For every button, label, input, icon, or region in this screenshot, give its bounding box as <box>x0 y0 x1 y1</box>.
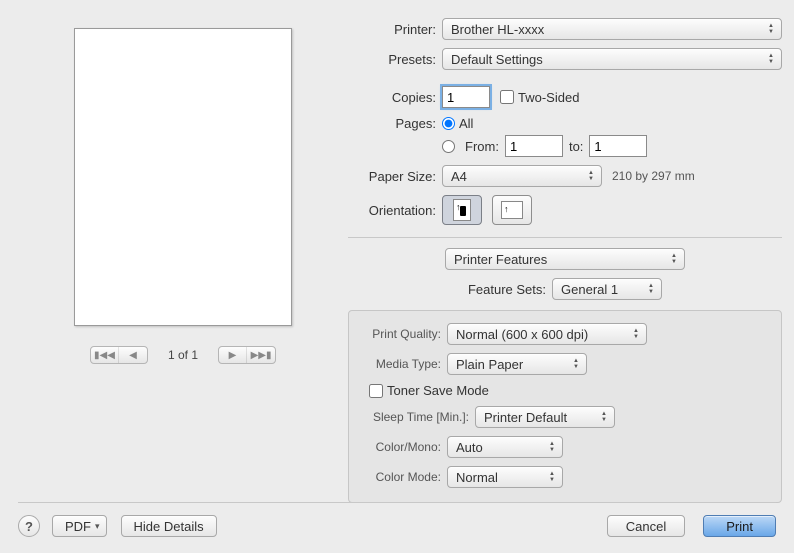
portrait-icon: ↑ <box>453 199 471 221</box>
page-to-input[interactable] <box>589 135 647 157</box>
chevron-updown-icon <box>765 51 777 67</box>
presets-label: Presets: <box>348 52 442 67</box>
pages-all-radio[interactable] <box>442 117 455 130</box>
preview-pager: ▮◀◀ ◀ 1 of 1 ▶ ▶▶▮ <box>90 346 276 364</box>
pages-from-radio[interactable] <box>442 140 455 153</box>
printer-select[interactable]: Brother HL-xxxx <box>442 18 782 40</box>
color-mono-select[interactable]: Auto <box>447 436 563 458</box>
first-page-button[interactable]: ▮◀◀ <box>91 347 119 363</box>
pages-all-label: All <box>459 116 473 131</box>
orientation-portrait-button[interactable]: ↑ <box>442 195 482 225</box>
copies-input[interactable] <box>442 86 490 108</box>
color-mono-label: Color/Mono: <box>363 440 447 454</box>
paper-dimensions: 210 by 297 mm <box>612 169 695 183</box>
pager-forward-group: ▶ ▶▶▮ <box>218 346 276 364</box>
section-select[interactable]: Printer Features <box>445 248 685 270</box>
page-indicator: 1 of 1 <box>168 348 198 362</box>
hide-details-button[interactable]: Hide Details <box>121 515 217 537</box>
orientation-landscape-button[interactable]: ↑ <box>492 195 532 225</box>
sleep-time-label: Sleep Time [Min.]: <box>363 410 475 424</box>
pdf-label: PDF <box>65 519 91 534</box>
chevron-updown-icon <box>546 469 558 485</box>
paper-size-value: A4 <box>451 169 467 184</box>
next-page-button[interactable]: ▶ <box>219 347 247 363</box>
printer-value: Brother HL-xxxx <box>451 22 544 37</box>
color-mode-value: Normal <box>456 470 498 485</box>
print-quality-select[interactable]: Normal (600 x 600 dpi) <box>447 323 647 345</box>
print-button[interactable]: Print <box>703 515 776 537</box>
presets-value: Default Settings <box>451 52 543 67</box>
feature-sets-select[interactable]: General 1 <box>552 278 662 300</box>
bottom-bar: ? PDF Hide Details Cancel Print <box>18 502 776 537</box>
color-mono-value: Auto <box>456 440 483 455</box>
chevron-updown-icon <box>765 21 777 37</box>
printer-label: Printer: <box>348 22 442 37</box>
presets-select[interactable]: Default Settings <box>442 48 782 70</box>
chevron-updown-icon <box>645 281 657 297</box>
sleep-time-select[interactable]: Printer Default <box>475 406 615 428</box>
cancel-label: Cancel <box>626 519 666 534</box>
printer-features-panel: Print Quality: Normal (600 x 600 dpi) Me… <box>348 310 782 503</box>
divider <box>348 237 782 238</box>
orientation-label: Orientation: <box>348 203 442 218</box>
color-mode-label: Color Mode: <box>363 470 447 484</box>
page-from-input[interactable] <box>505 135 563 157</box>
settings-column: Printer: Brother HL-xxxx Presets: Defaul… <box>348 18 782 503</box>
prev-page-button[interactable]: ◀ <box>119 347 147 363</box>
hide-details-label: Hide Details <box>134 519 204 534</box>
pages-from-label: From: <box>465 139 499 154</box>
color-mode-select[interactable]: Normal <box>447 466 563 488</box>
page-preview <box>74 28 292 326</box>
section-value: Printer Features <box>454 252 547 267</box>
feature-sets-label: Feature Sets: <box>468 282 546 297</box>
two-sided-label: Two-Sided <box>518 90 579 105</box>
toner-save-checkbox[interactable] <box>369 384 383 398</box>
chevron-updown-icon <box>598 409 610 425</box>
print-label: Print <box>726 519 753 534</box>
landscape-icon: ↑ <box>501 201 523 219</box>
preview-column: ▮◀◀ ◀ 1 of 1 ▶ ▶▶▮ <box>18 18 348 503</box>
print-quality-label: Print Quality: <box>363 327 447 341</box>
media-type-label: Media Type: <box>363 357 447 371</box>
last-page-button[interactable]: ▶▶▮ <box>247 347 275 363</box>
paper-size-label: Paper Size: <box>348 169 442 184</box>
chevron-updown-icon <box>570 356 582 372</box>
help-button[interactable]: ? <box>18 515 40 537</box>
pager-back-group: ▮◀◀ ◀ <box>90 346 148 364</box>
media-type-value: Plain Paper <box>456 357 523 372</box>
pdf-menu-button[interactable]: PDF <box>52 515 107 537</box>
paper-size-select[interactable]: A4 <box>442 165 602 187</box>
chevron-updown-icon <box>630 326 642 342</box>
feature-sets-value: General 1 <box>561 282 618 297</box>
print-quality-value: Normal (600 x 600 dpi) <box>456 327 588 342</box>
media-type-select[interactable]: Plain Paper <box>447 353 587 375</box>
chevron-updown-icon <box>546 439 558 455</box>
chevron-updown-icon <box>668 251 680 267</box>
two-sided-checkbox[interactable] <box>500 90 514 104</box>
pages-to-label: to: <box>569 139 583 154</box>
sleep-time-value: Printer Default <box>484 410 567 425</box>
copies-label: Copies: <box>348 90 442 105</box>
chevron-updown-icon <box>585 168 597 184</box>
toner-save-label: Toner Save Mode <box>387 383 489 398</box>
cancel-button[interactable]: Cancel <box>607 515 685 537</box>
pages-label: Pages: <box>348 116 442 131</box>
